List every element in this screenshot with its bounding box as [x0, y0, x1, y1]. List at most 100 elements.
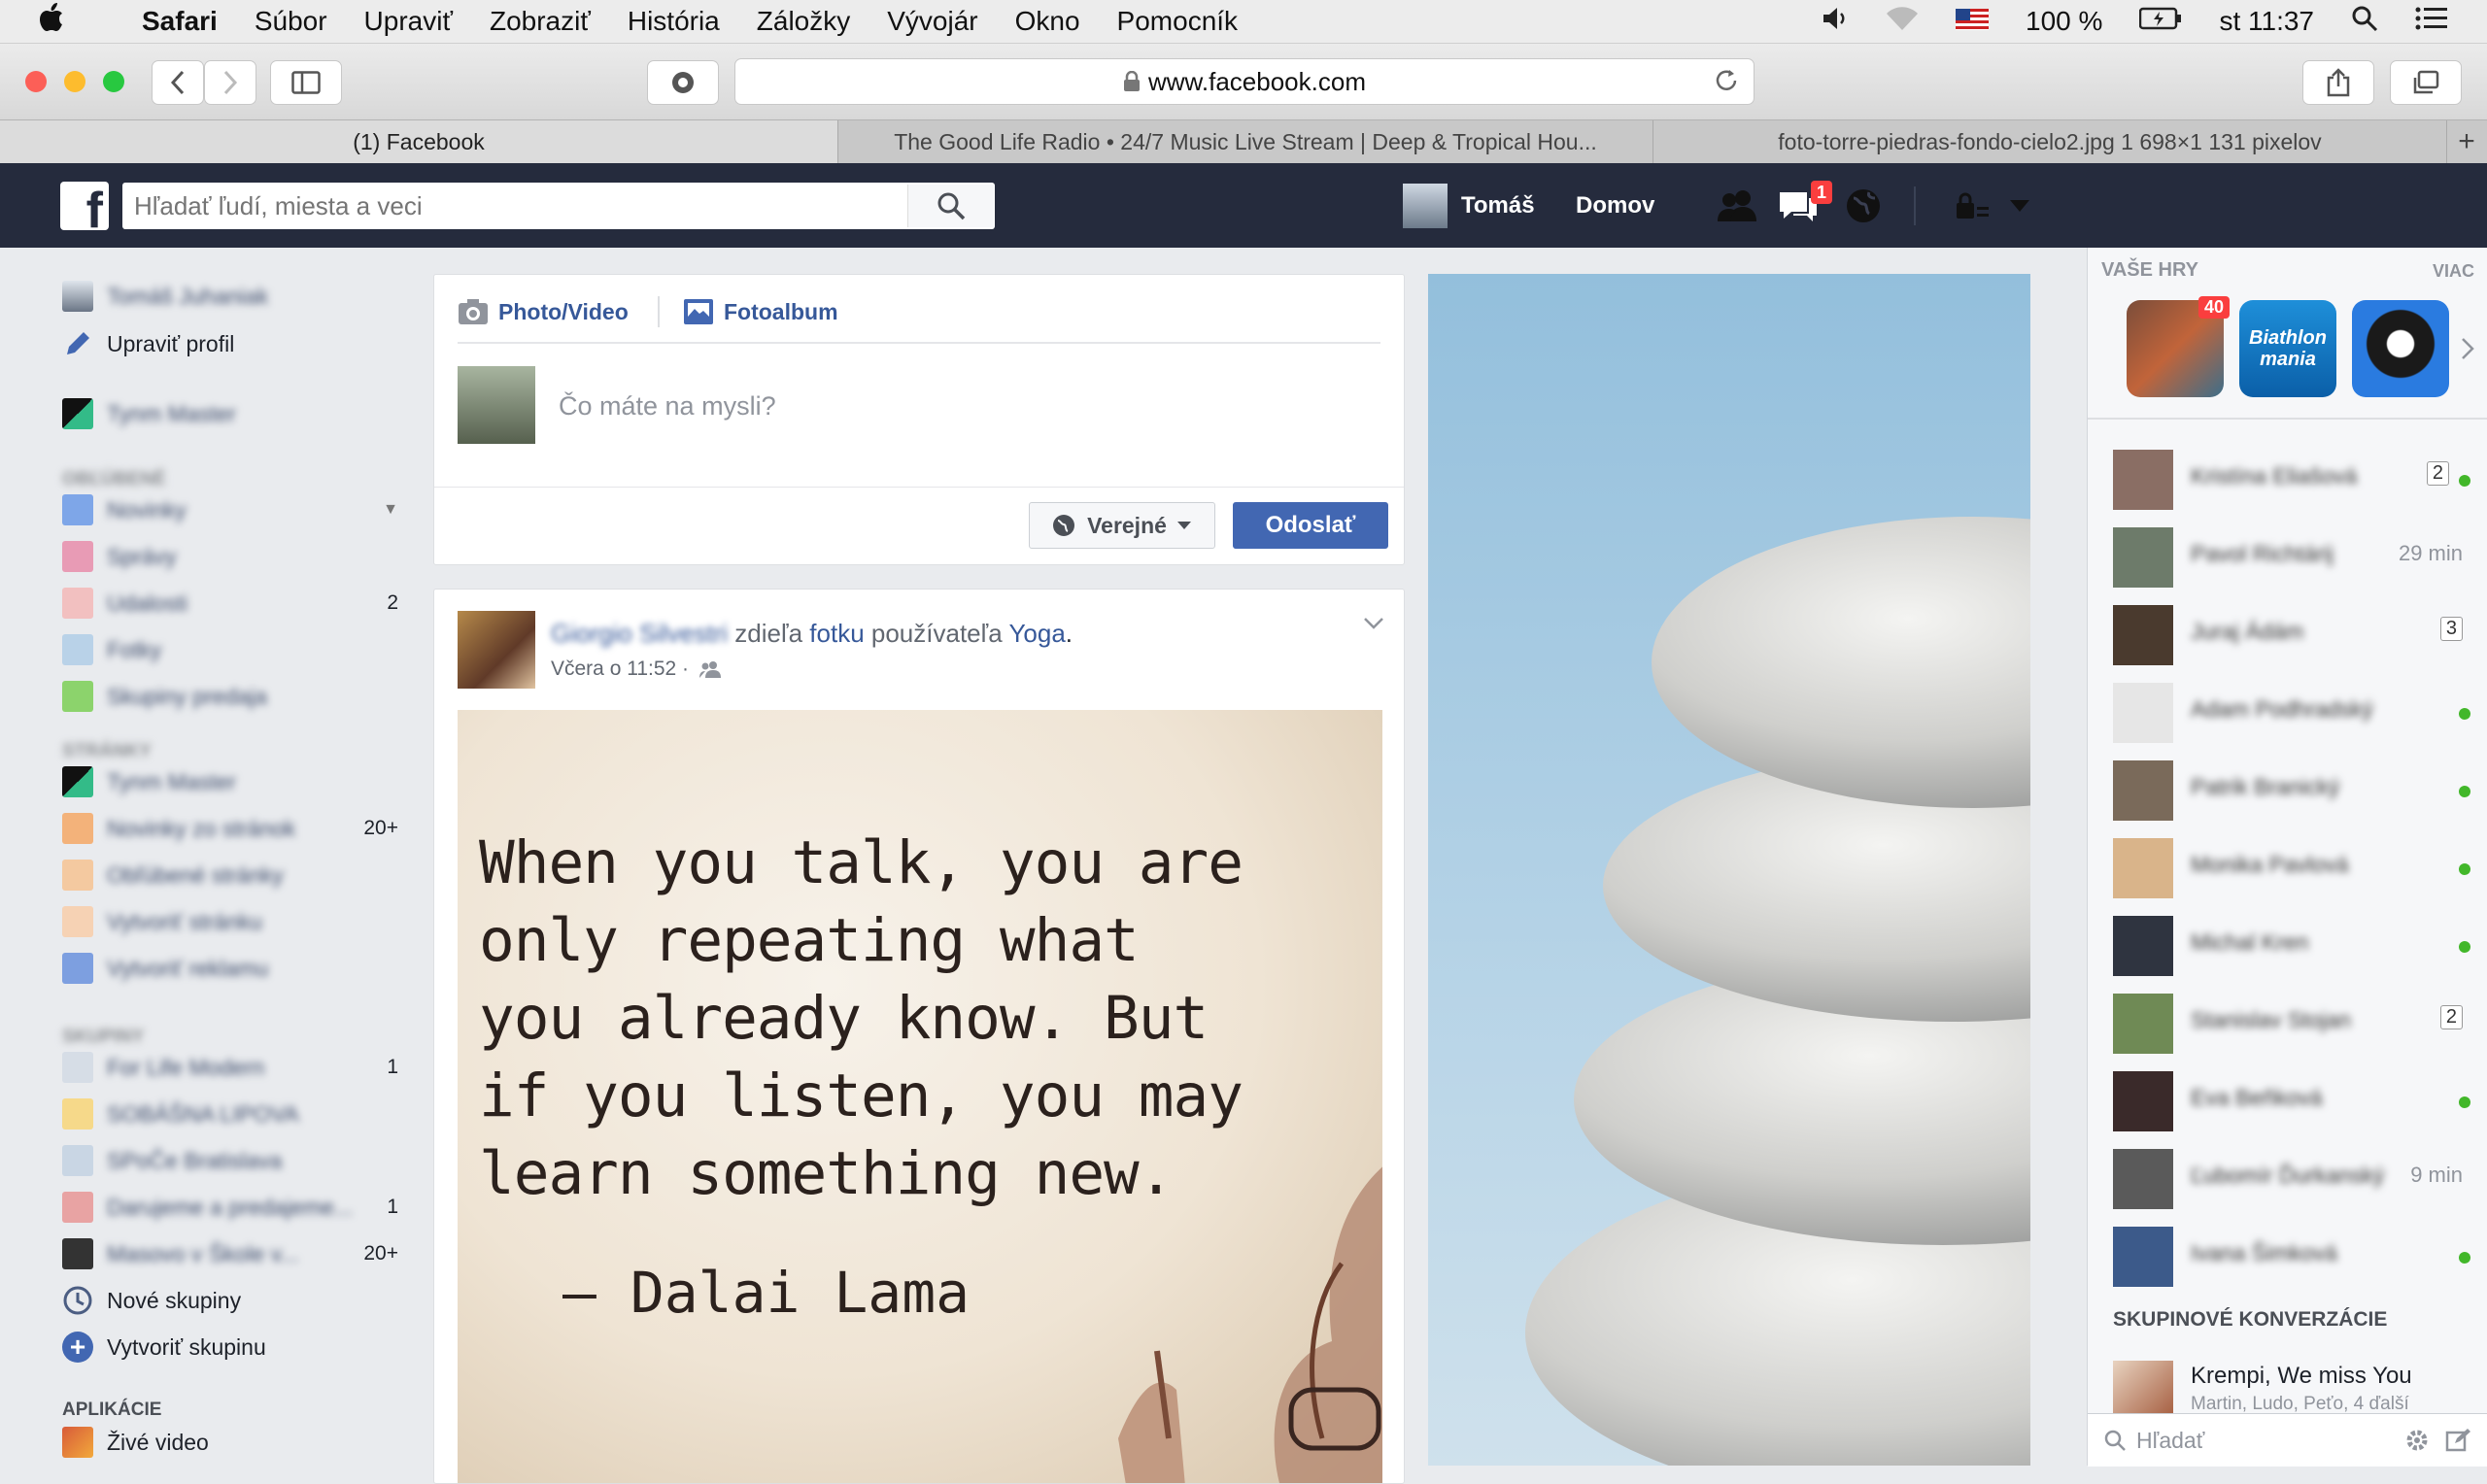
avatar[interactable]	[458, 611, 535, 689]
group-conversation-members: Martin, Ludo, Peťo, 4 ďalší	[2191, 1394, 2409, 1414]
post-timestamp[interactable]: Včera o 11:52 ·	[551, 658, 689, 681]
nav-new-groups[interactable]: Nové skupiny	[62, 1283, 398, 1318]
nav-group-item[interactable]: For Life Modern 1	[62, 1050, 398, 1085]
messages-icon	[62, 541, 93, 572]
notifications-button[interactable]	[1844, 163, 1883, 248]
post-image[interactable]: When you talk, you are only repeating wh…	[458, 710, 1382, 1483]
menu-item-view[interactable]: Zobraziť	[490, 6, 591, 37]
reload-icon[interactable]	[1713, 67, 1740, 101]
chat-contact-row[interactable]: Ivana Šimková	[2088, 1217, 2487, 1295]
nav-page-item[interactable]: Obľúbené stránky	[62, 858, 398, 893]
nav-favorite-item[interactable]: Udalosti 2	[62, 586, 398, 621]
chat-contact-row[interactable]: Juraj Ádám 3	[2088, 595, 2487, 673]
nav-page-item[interactable]: Novinky zo stránok 20+	[62, 811, 398, 846]
home-nav-link[interactable]: Domov	[1576, 163, 1654, 248]
volume-icon[interactable]	[1822, 6, 1849, 38]
battery-icon[interactable]	[2139, 6, 2182, 37]
post-photo-link[interactable]: fotku	[809, 619, 864, 648]
new-tab-button[interactable]: +	[2447, 120, 2486, 163]
nav-group-item[interactable]: Darujeme a predajeme... 1	[62, 1190, 398, 1225]
zoom-window-button[interactable]	[103, 71, 124, 92]
flag-us-icon[interactable]	[1956, 6, 1990, 37]
post-composer: Photo/Video Fotoalbum Čo máte na mysli? …	[433, 274, 1405, 565]
facebook-logo[interactable]: f	[60, 182, 109, 230]
chat-search-bar[interactable]: Hľadať	[2088, 1413, 2487, 1467]
nav-live-video[interactable]: Živé video	[62, 1425, 398, 1460]
minimize-window-button[interactable]	[64, 71, 85, 92]
photo-album-tab[interactable]: Fotoalbum	[683, 292, 838, 331]
nav-group-item[interactable]: Masovo v Škole v... 20+	[62, 1236, 398, 1271]
nav-page-item[interactable]: Vytvoriť reklamu	[62, 951, 398, 986]
chat-contact-row[interactable]: Michal Kren	[2088, 906, 2487, 984]
chat-contact-row[interactable]: Patrik Branický	[2088, 751, 2487, 828]
menu-item-bookmarks[interactable]: Záložky	[757, 6, 850, 37]
chat-contact-row[interactable]: Eva Beňková	[2088, 1062, 2487, 1139]
privacy-selector[interactable]: Verejné	[1029, 502, 1215, 549]
menu-item-file[interactable]: Súbor	[255, 6, 327, 37]
nav-page-item[interactable]: Vytvoriť stránku	[62, 904, 398, 939]
tab-radio[interactable]: The Good Life Radio • 24/7 Music Live St…	[838, 120, 1653, 163]
nav-create-group[interactable]: + Vytvoriť skupinu	[62, 1330, 398, 1365]
nav-group-item[interactable]: SOBÁŠNA LIPOVA	[62, 1096, 398, 1131]
post-button[interactable]: Odoslať	[1233, 502, 1388, 549]
nav-page-item[interactable]: Tynm Master	[62, 764, 398, 799]
game-tile[interactable]: 40	[2127, 296, 2230, 397]
show-tabs-button[interactable]	[2390, 60, 2462, 105]
nav-favorite-item[interactable]: Fotky	[62, 632, 398, 667]
nav-profile-link[interactable]: Tomáš Juhaniak	[62, 279, 398, 314]
group-conversation-row[interactable]: Krempi, We miss You Martin, Ludo, Peťo, …	[2088, 1355, 2487, 1421]
share-button[interactable]	[2302, 60, 2374, 105]
nav-page-link[interactable]: Tynm Master	[62, 396, 398, 431]
privacy-extension-button[interactable]	[647, 60, 719, 105]
account-menu-button[interactable]	[2009, 163, 2030, 248]
profile-nav-name: Tomáš	[1461, 191, 1535, 219]
menu-item-window[interactable]: Okno	[1015, 6, 1080, 37]
chat-contact-row[interactable]: Pavol Richtárij 29 min	[2088, 518, 2487, 595]
game-tile-8ball[interactable]	[2352, 300, 2449, 397]
notification-center-icon[interactable]	[2415, 6, 2448, 38]
forward-button[interactable]	[204, 60, 256, 105]
photo-video-tab[interactable]: Photo/Video	[458, 292, 629, 331]
close-window-button[interactable]	[25, 71, 47, 92]
post-page-link[interactable]: Yoga	[1008, 619, 1065, 648]
chat-contact-row[interactable]: Monika Pavlová	[2088, 828, 2487, 906]
friend-requests-button[interactable]	[1716, 163, 1760, 248]
chat-contact-row[interactable]: Kristína Eliašová 2	[2088, 440, 2487, 518]
nav-favorite-item[interactable]: Správy	[62, 539, 398, 574]
chat-contact-row[interactable]: Ľubomír Ďurkanský 9 min	[2088, 1139, 2487, 1217]
nav-edit-profile[interactable]: Upraviť profil	[62, 326, 398, 361]
post-author[interactable]: Giorgio Silvestri	[551, 619, 728, 648]
clock[interactable]: st 11:37	[2219, 6, 2314, 37]
sidebar-toggle-button[interactable]	[270, 60, 342, 105]
menu-app-name[interactable]: Safari	[142, 6, 218, 37]
menu-item-edit[interactable]: Upraviť	[364, 6, 453, 37]
status-input[interactable]: Čo máte na mysli?	[559, 391, 776, 422]
menu-item-develop[interactable]: Vývojár	[887, 6, 977, 37]
post-options-button[interactable]	[1363, 617, 1384, 635]
tab-image[interactable]: foto-torre-piedras-fondo-cielo2.jpg 1 69…	[1653, 120, 2447, 163]
games-next-button[interactable]	[2461, 337, 2474, 365]
address-bar[interactable]: www.facebook.com	[734, 58, 1755, 105]
tab-facebook[interactable]: (1) Facebook	[0, 120, 838, 163]
chat-contact-row[interactable]: Stanislav Stojan 2	[2088, 984, 2487, 1062]
profile-nav-link[interactable]: Tomáš	[1403, 163, 1535, 248]
spotlight-icon[interactable]	[2351, 5, 2378, 39]
caret-down-icon[interactable]: ▼	[383, 501, 398, 519]
compose-icon[interactable]	[2445, 1428, 2470, 1458]
nav-group-item[interactable]: SPoČe Bratislava	[62, 1143, 398, 1178]
messages-button[interactable]: 1	[1778, 163, 1833, 248]
games-more-link[interactable]: VIAC	[2433, 261, 2474, 282]
nav-favorite-item[interactable]: Skupiny predaja	[62, 679, 398, 714]
apple-icon[interactable]	[39, 3, 74, 40]
facebook-search-input[interactable]	[122, 183, 995, 229]
nav-favorite-item[interactable]: Novinky ▼	[62, 492, 398, 527]
menu-item-help[interactable]: Pomocník	[1117, 6, 1239, 37]
search-button[interactable]	[907, 185, 994, 227]
game-tile-biathlon[interactable]: Biathlon mania	[2239, 300, 2336, 397]
chat-contact-row[interactable]: Adam Podhradský	[2088, 673, 2487, 751]
wifi-icon[interactable]	[1886, 6, 1919, 38]
privacy-shortcuts-button[interactable]	[1955, 163, 1990, 248]
back-button[interactable]	[152, 60, 204, 105]
gear-icon[interactable]	[2404, 1428, 2430, 1458]
menu-item-history[interactable]: História	[628, 6, 720, 37]
